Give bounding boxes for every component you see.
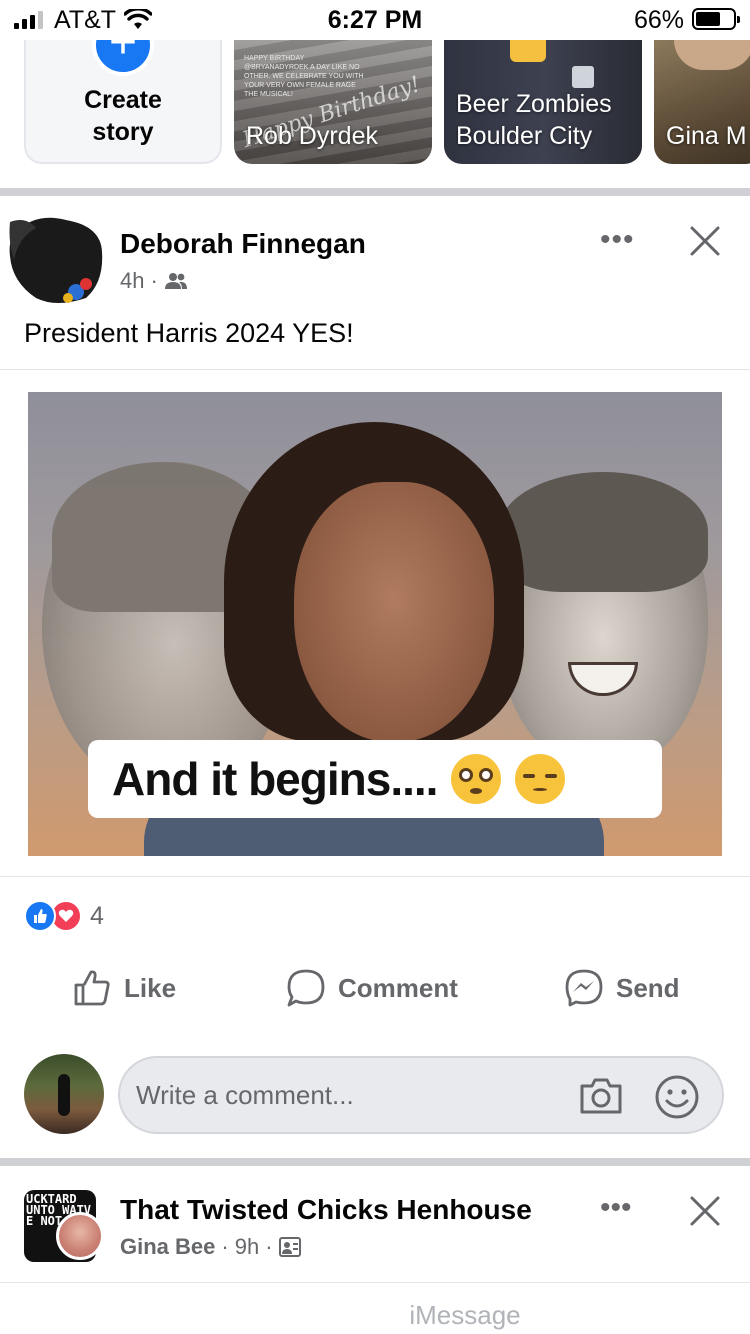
- like-reaction-icon: [24, 900, 56, 932]
- comment-bubble-icon: [287, 969, 325, 1007]
- create-story-label: Create story: [84, 86, 162, 146]
- story-overlay-text: HAPPY BIRTHDAY @BRYANADYRDEK A DAY LIKE …: [244, 55, 364, 98]
- image-caption-text: And it begins....: [112, 753, 438, 805]
- like-button[interactable]: Like: [72, 960, 176, 1016]
- post-more-options-icon[interactable]: •••: [600, 225, 635, 255]
- status-bar: AT&T 6:27 PM 66%: [0, 0, 750, 40]
- emoji-smile-icon[interactable]: [654, 1074, 700, 1120]
- story-card-beer-zombies[interactable]: Beer Zombies Boulder City: [444, 40, 642, 164]
- reaction-count: 4: [90, 901, 104, 930]
- camera-icon[interactable]: [578, 1076, 624, 1116]
- audience-icon: [278, 1237, 301, 1257]
- image-face-right: [498, 472, 708, 772]
- create-story-card[interactable]: + Create story: [24, 40, 222, 164]
- divider: [0, 1282, 750, 1283]
- thumbs-up-icon: [74, 970, 110, 1006]
- comment-input-placeholder: Write a comment...: [136, 1080, 354, 1110]
- story-name: Beer Zombies Boulder City: [456, 90, 612, 150]
- post-meta: 4h ·: [120, 268, 188, 294]
- post-text: President Harris 2024 YES!: [24, 318, 354, 348]
- current-user-avatar[interactable]: [24, 1054, 104, 1134]
- post-author-name[interactable]: Deborah Finnegan: [120, 228, 366, 260]
- divider: [0, 369, 750, 370]
- imessage-suggestion[interactable]: iMessage: [0, 1300, 750, 1331]
- next-post-close-icon[interactable]: [688, 1194, 722, 1228]
- story-card-rob-dyrdek[interactable]: HAPPY BIRTHDAY @BRYANADYRDEK A DAY LIKE …: [234, 40, 432, 164]
- author-avatar[interactable]: [6, 212, 106, 304]
- comment-input[interactable]: Write a comment...: [118, 1056, 724, 1134]
- post-timestamp[interactable]: 4h: [120, 268, 144, 294]
- send-button[interactable]: Send: [564, 960, 680, 1016]
- plus-icon: +: [92, 40, 154, 76]
- reaction-summary[interactable]: 4: [24, 900, 104, 932]
- like-button-label: Like: [124, 972, 177, 1003]
- page-name[interactable]: That Twisted Chicks Henhouse: [120, 1194, 532, 1226]
- divider: [0, 876, 750, 877]
- next-post-meta: Gina Bee · 9h ·: [120, 1234, 301, 1260]
- post-actions-bar: Like Comment Send: [0, 960, 750, 1016]
- story-name: Gina M: [666, 122, 747, 150]
- pensive-face-icon: [515, 754, 566, 804]
- next-post-author[interactable]: Gina Bee: [120, 1234, 215, 1260]
- section-divider: [0, 188, 750, 196]
- battery-icon: [692, 8, 740, 30]
- story-name: Rob Dyrdek: [246, 122, 378, 150]
- image-caption-box: And it begins....: [88, 740, 662, 818]
- next-post-more-options-icon[interactable]: •••: [600, 1193, 632, 1223]
- messenger-icon: [565, 969, 603, 1007]
- post-image[interactable]: And it begins....: [28, 392, 722, 856]
- flushed-face-icon: [451, 754, 502, 804]
- section-divider: [0, 1158, 750, 1166]
- battery-percent: 66%: [634, 6, 685, 34]
- post-close-icon[interactable]: [688, 224, 722, 258]
- stories-tray: + Create story HAPPY BIRTHDAY @BRYANADYR…: [0, 40, 750, 168]
- author-avatar-small[interactable]: [56, 1212, 104, 1260]
- comment-button[interactable]: Comment: [286, 960, 458, 1016]
- send-button-label: Send: [616, 972, 680, 1003]
- comment-button-label: Comment: [338, 972, 458, 1003]
- next-post-timestamp[interactable]: 9h: [235, 1234, 259, 1260]
- story-card-gina[interactable]: Gina M: [654, 40, 750, 164]
- friends-icon: [164, 273, 187, 289]
